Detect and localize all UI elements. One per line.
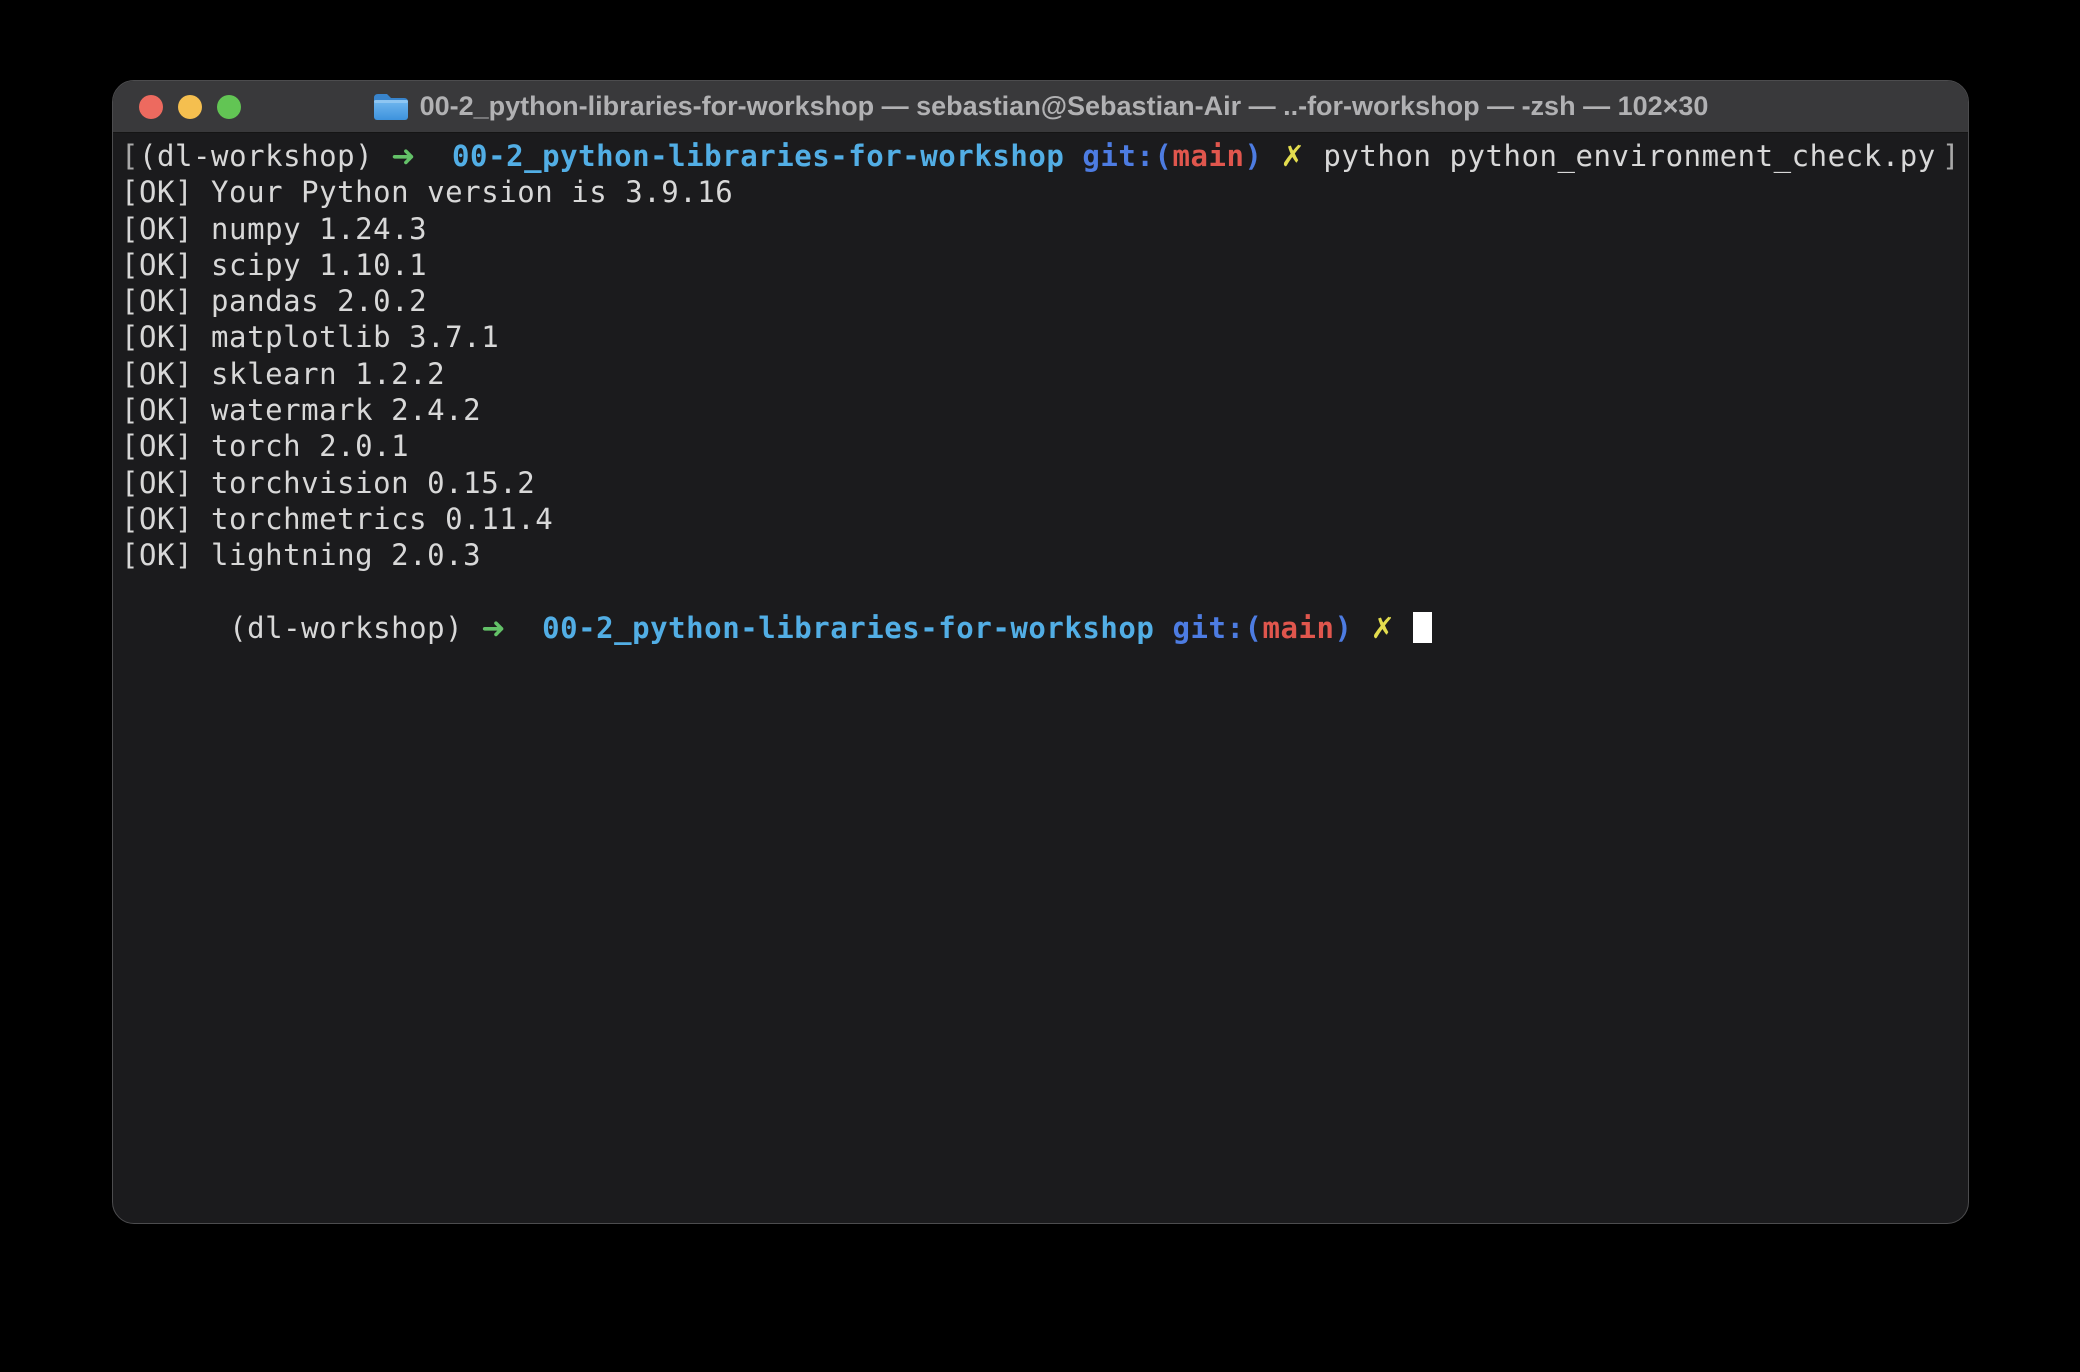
output-line: [OK] numpy 1.24.3 [121, 211, 1960, 247]
git-suffix: ) [1335, 611, 1353, 645]
git-prefix: git:( [1172, 611, 1262, 645]
prompt-line[interactable]: (dl-workshop) ➜ 00-2_python-libraries-fo… [121, 574, 1960, 610]
minimize-button[interactable] [178, 95, 202, 119]
window-title-area: 00-2_python-libraries-for-workshop — seb… [373, 91, 1709, 122]
output-line: [OK] torchmetrics 0.11.4 [121, 501, 1960, 537]
output-line: [OK] sklearn 1.2.2 [121, 356, 1960, 392]
zoom-button[interactable] [217, 95, 241, 119]
text-cursor [1413, 612, 1432, 643]
venv-label: (dl-workshop) [139, 139, 373, 173]
output-line: [OK] torchvision 0.15.2 [121, 465, 1960, 501]
output-line: [OK] matplotlib 3.7.1 [121, 319, 1960, 355]
output-line: [OK] pandas 2.0.2 [121, 283, 1960, 319]
mark-open: [ [121, 139, 139, 173]
git-suffix: ) [1245, 139, 1263, 173]
folder-icon [373, 92, 409, 121]
output-line: [OK] torch 2.0.1 [121, 428, 1960, 464]
terminal-window[interactable]: 00-2_python-libraries-for-workshop — seb… [112, 80, 1969, 1224]
prompt-directory: 00-2_python-libraries-for-workshop [542, 611, 1154, 645]
output-line: [OK] watermark 2.4.2 [121, 392, 1960, 428]
venv-label: (dl-workshop) [229, 611, 463, 645]
git-dirty-icon: ✗ [1371, 611, 1396, 645]
command-text: python python_environment_check.py [1323, 139, 1935, 173]
output-line: [OK] scipy 1.10.1 [121, 247, 1960, 283]
command-line: [(dl-workshop) ➜ 00-2_python-libraries-f… [121, 138, 1960, 174]
output-line: [OK] Your Python version is 3.9.16 [121, 174, 1960, 210]
traffic-lights [139, 81, 241, 133]
title-bar[interactable]: 00-2_python-libraries-for-workshop — seb… [113, 81, 1968, 133]
git-branch: main [1172, 139, 1244, 173]
prompt-directory: 00-2_python-libraries-for-workshop [452, 139, 1064, 173]
prompt-arrow-icon: ➜ [391, 139, 416, 173]
git-branch: main [1263, 611, 1335, 645]
output-line: [OK] lightning 2.0.3 [121, 537, 1960, 573]
close-button[interactable] [139, 95, 163, 119]
git-dirty-icon: ✗ [1281, 139, 1306, 173]
window-title: 00-2_python-libraries-for-workshop — seb… [420, 91, 1709, 122]
mark-close: ] [1942, 138, 1960, 174]
git-prefix: git:( [1082, 139, 1172, 173]
terminal-screen[interactable]: [(dl-workshop) ➜ 00-2_python-libraries-f… [113, 133, 1968, 610]
prompt-arrow-icon: ➜ [481, 611, 506, 645]
